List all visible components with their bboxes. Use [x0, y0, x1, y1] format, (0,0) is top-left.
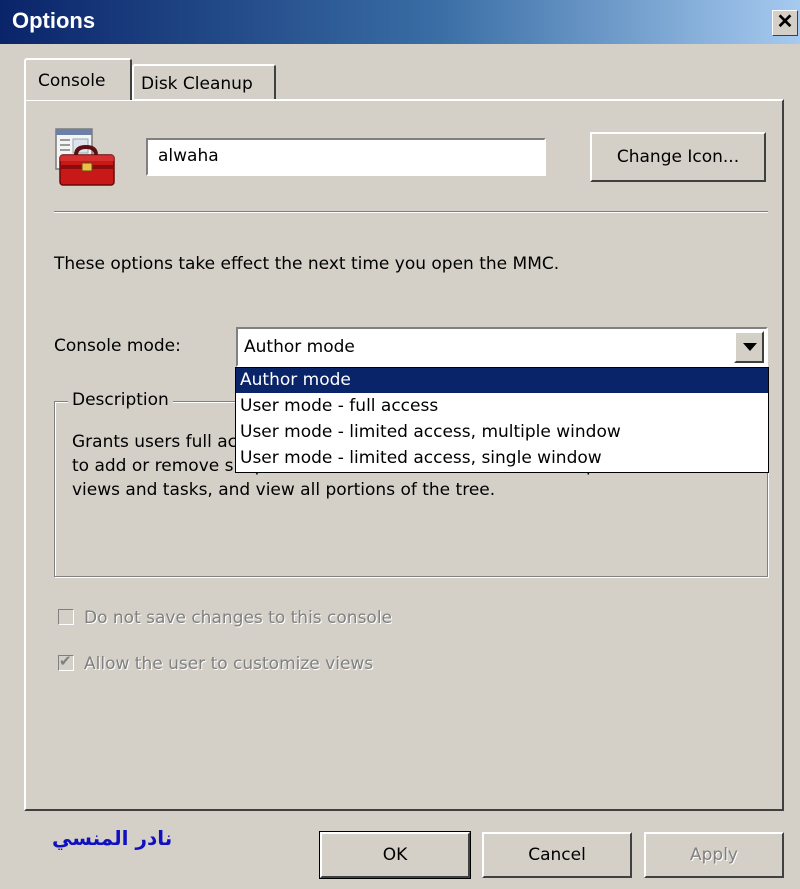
signature-text: نادر المنسي [52, 826, 173, 850]
info-text: These options take effect the next time … [54, 254, 560, 274]
no-save-checkbox[interactable] [58, 609, 74, 625]
tab-console-label: Console [38, 71, 106, 91]
ok-label: OK [382, 845, 408, 865]
cancel-button[interactable]: Cancel [482, 832, 632, 878]
console-name-value: alwaha [158, 146, 219, 166]
ok-button[interactable]: OK [319, 831, 471, 879]
change-icon-label: Change Icon... [616, 147, 740, 167]
customize-checkbox[interactable]: ✔ [58, 652, 74, 671]
description-title: Description [68, 390, 173, 410]
apply-label: Apply [690, 845, 738, 865]
chevron-down-icon[interactable] [734, 331, 764, 363]
mode-option-user-limited-single[interactable]: User mode - limited access, single windo… [236, 446, 768, 471]
tab-disk-cleanup[interactable]: Disk Cleanup [132, 64, 276, 100]
close-icon: ✕ [776, 11, 794, 33]
console-mode-label: Console mode: [54, 336, 181, 356]
mode-option-author[interactable]: Author mode [236, 368, 768, 393]
console-mode-dropdown: Author mode User mode - full access User… [235, 367, 769, 473]
toolbox-console-icon [55, 128, 115, 186]
console-name-input[interactable]: alwaha [146, 138, 546, 176]
no-save-checkbox-row[interactable]: Do not save changes to this console [58, 608, 392, 628]
separator [54, 211, 768, 213]
customize-label: Allow the user to customize views [84, 654, 374, 674]
console-mode-select[interactable]: Author mode [236, 327, 768, 367]
apply-button[interactable]: Apply [644, 832, 784, 878]
title-bar[interactable]: Options ✕ [0, 0, 800, 44]
tab-disk-cleanup-label: Disk Cleanup [141, 74, 253, 94]
mode-option-user-full[interactable]: User mode - full access [236, 394, 768, 419]
window-title: Options [12, 8, 96, 33]
tab-console[interactable]: Console [24, 58, 132, 100]
mode-option-user-limited-multi[interactable]: User mode - limited access, multiple win… [236, 420, 768, 445]
no-save-label: Do not save changes to this console [84, 608, 393, 628]
options-dialog: Options ✕ Console Disk Cleanup alwaha Ch… [0, 0, 800, 889]
customize-checkbox-row[interactable]: ✔ Allow the user to customize views [58, 652, 374, 674]
change-icon-button[interactable]: Change Icon... [590, 132, 766, 182]
console-mode-value: Author mode [244, 337, 355, 357]
description-line: views and tasks, and view all portions o… [72, 480, 496, 500]
checkmark-icon: ✔ [59, 652, 72, 670]
cancel-label: Cancel [528, 845, 586, 865]
close-button[interactable]: ✕ [772, 10, 798, 36]
